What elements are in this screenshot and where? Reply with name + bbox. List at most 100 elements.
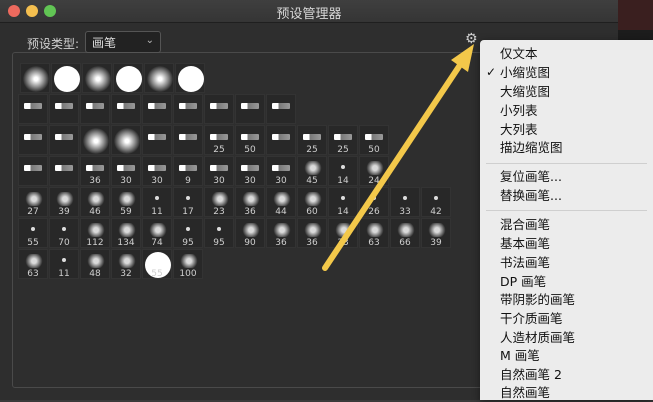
brush-preset-thumbnail[interactable]: 14 [328, 156, 358, 186]
menu-item-replace-brushes[interactable]: 替换画笔... [500, 187, 562, 205]
brush-preset-thumbnail[interactable] [175, 63, 205, 93]
brush-preset-thumbnail[interactable]: 11 [49, 249, 79, 279]
brush-preset-thumbnail[interactable]: 26 [359, 187, 389, 217]
brush-preset-thumbnail[interactable]: 32 [111, 249, 141, 279]
brush-tip-icon [210, 192, 230, 206]
brush-tip-icon [241, 165, 259, 171]
brush-preset-thumbnail[interactable]: 30 [142, 156, 172, 186]
brush-preset-thumbnail[interactable] [113, 63, 143, 93]
brush-preset-thumbnail[interactable]: 112 [80, 218, 110, 248]
menu-item-text-only[interactable]: 仅文本 [500, 45, 538, 63]
brush-preset-thumbnail[interactable] [173, 125, 203, 155]
preset-type-value: 画笔 [92, 36, 117, 50]
brush-preset-thumbnail[interactable]: 27 [18, 187, 48, 217]
menu-item-library[interactable]: 书法画笔 [500, 254, 550, 272]
menu-item-library[interactable]: 混合画笔 [500, 216, 550, 234]
menu-item-large-list[interactable]: 大列表 [500, 121, 538, 139]
brush-preset-thumbnail[interactable] [266, 125, 296, 155]
brush-preset-thumbnail[interactable] [142, 125, 172, 155]
brush-preset-thumbnail[interactable] [18, 156, 48, 186]
menu-item-library[interactable]: 自然画笔 [500, 384, 550, 402]
menu-item-library[interactable]: M 画笔 [500, 347, 540, 365]
brush-preset-thumbnail[interactable]: 24 [359, 156, 389, 186]
brush-preset-thumbnail[interactable]: 70 [49, 218, 79, 248]
brush-preset-thumbnail[interactable]: 50 [359, 125, 389, 155]
brush-preset-thumbnail[interactable]: 55 [18, 218, 48, 248]
brush-preset-thumbnail[interactable]: 11 [142, 187, 172, 217]
menu-item-library[interactable]: 自然画笔 2 [500, 366, 562, 384]
brush-preset-thumbnail[interactable] [18, 94, 48, 124]
brush-preset-thumbnail[interactable] [111, 94, 141, 124]
menu-item-reset-brushes[interactable]: 复位画笔... [500, 168, 562, 186]
brush-preset-thumbnail[interactable]: 63 [18, 249, 48, 279]
brush-preset-thumbnail[interactable]: 23 [204, 187, 234, 217]
menu-item-library[interactable]: DP 画笔 [500, 273, 546, 291]
brush-preset-thumbnail[interactable]: 36 [80, 156, 110, 186]
brush-preset-thumbnail[interactable]: 36 [235, 187, 265, 217]
brush-preset-thumbnail[interactable]: 30 [266, 156, 296, 186]
brush-preset-thumbnail[interactable] [144, 63, 174, 93]
brush-preset-thumbnail[interactable]: 66 [390, 218, 420, 248]
brush-preset-thumbnail[interactable] [82, 63, 112, 93]
brush-preset-thumbnail[interactable]: 90 [235, 218, 265, 248]
brush-preset-thumbnail[interactable] [142, 94, 172, 124]
brush-preset-thumbnail[interactable]: 100 [173, 249, 203, 279]
brush-preset-thumbnail[interactable]: 95 [173, 218, 203, 248]
brush-preset-thumbnail[interactable] [235, 94, 265, 124]
brush-preset-thumbnail[interactable] [49, 125, 79, 155]
brush-preset-thumbnail[interactable] [204, 94, 234, 124]
menu-item-large-thumbnail[interactable]: 大缩览图 [500, 83, 550, 101]
brush-preset-thumbnail[interactable] [49, 94, 79, 124]
brush-preset-thumbnail[interactable]: 74 [142, 218, 172, 248]
menu-item-library[interactable]: 带阴影的画笔 [500, 291, 575, 309]
brush-preset-thumbnail[interactable] [20, 63, 50, 93]
brush-preset-thumbnail[interactable]: 39 [49, 187, 79, 217]
brush-preset-thumbnail[interactable]: 25 [328, 125, 358, 155]
preset-type-select[interactable]: 画笔 ⌄ [85, 31, 161, 53]
brush-preset-thumbnail[interactable] [51, 63, 81, 93]
brush-preset-thumbnail[interactable]: 25 [204, 125, 234, 155]
brush-preset-thumbnail[interactable]: 33 [390, 187, 420, 217]
brush-preset-thumbnail[interactable]: 46 [80, 187, 110, 217]
brush-preset-thumbnail[interactable]: 48 [80, 249, 110, 279]
menu-item-small-list[interactable]: 小列表 [500, 102, 538, 120]
brush-preset-thumbnail[interactable]: 50 [235, 125, 265, 155]
brush-preset-thumbnail[interactable] [80, 94, 110, 124]
brush-tip-icon [179, 103, 197, 109]
brush-preset-thumbnail[interactable]: 134 [111, 218, 141, 248]
brush-preset-thumbnail[interactable]: 55 [142, 249, 172, 279]
brush-size-label: 11 [58, 269, 70, 279]
brush-tip-icon [54, 66, 80, 92]
brush-tip-icon [372, 196, 376, 200]
brush-preset-thumbnail[interactable]: 63 [359, 218, 389, 248]
brush-preset-thumbnail[interactable]: 17 [173, 187, 203, 217]
brush-preset-thumbnail[interactable] [18, 125, 48, 155]
brush-preset-thumbnail[interactable] [173, 94, 203, 124]
brush-preset-thumbnail[interactable]: 14 [328, 187, 358, 217]
brush-preset-thumbnail[interactable]: 25 [297, 125, 327, 155]
brush-preset-thumbnail[interactable] [266, 94, 296, 124]
menu-item-library[interactable]: 基本画笔 [500, 235, 550, 253]
brush-preset-thumbnail[interactable]: 30 [204, 156, 234, 186]
brush-preset-thumbnail[interactable]: 60 [297, 187, 327, 217]
brush-preset-thumbnail[interactable]: 30 [111, 156, 141, 186]
brush-preset-thumbnail[interactable]: 36 [266, 218, 296, 248]
brush-preset-thumbnail[interactable]: 44 [266, 187, 296, 217]
brush-preset-thumbnail[interactable] [111, 125, 141, 155]
menu-item-library[interactable]: 干介质画笔 [500, 310, 563, 328]
brush-preset-thumbnail[interactable]: 33 [328, 218, 358, 248]
brush-preset-thumbnail[interactable]: 36 [297, 218, 327, 248]
brush-preset-thumbnail[interactable] [80, 125, 110, 155]
menu-item-stroke-thumbnail[interactable]: 描边缩览图 [500, 139, 563, 157]
brush-preset-thumbnail[interactable]: 30 [235, 156, 265, 186]
brush-preset-thumbnail[interactable]: 59 [111, 187, 141, 217]
brush-preset-thumbnail[interactable]: 95 [204, 218, 234, 248]
brush-preset-thumbnail[interactable] [49, 156, 79, 186]
menu-item-small-thumbnail[interactable]: 小缩览图 [500, 64, 550, 82]
brush-preset-thumbnail[interactable]: 9 [173, 156, 203, 186]
brush-preset-thumbnail[interactable]: 39 [421, 218, 451, 248]
brush-preset-thumbnail[interactable]: 45 [297, 156, 327, 186]
brush-preset-thumbnail[interactable]: 42 [421, 187, 451, 217]
menu-item-library[interactable]: 人造材质画笔 [500, 329, 575, 347]
gear-icon[interactable]: ⚙ [465, 32, 479, 46]
